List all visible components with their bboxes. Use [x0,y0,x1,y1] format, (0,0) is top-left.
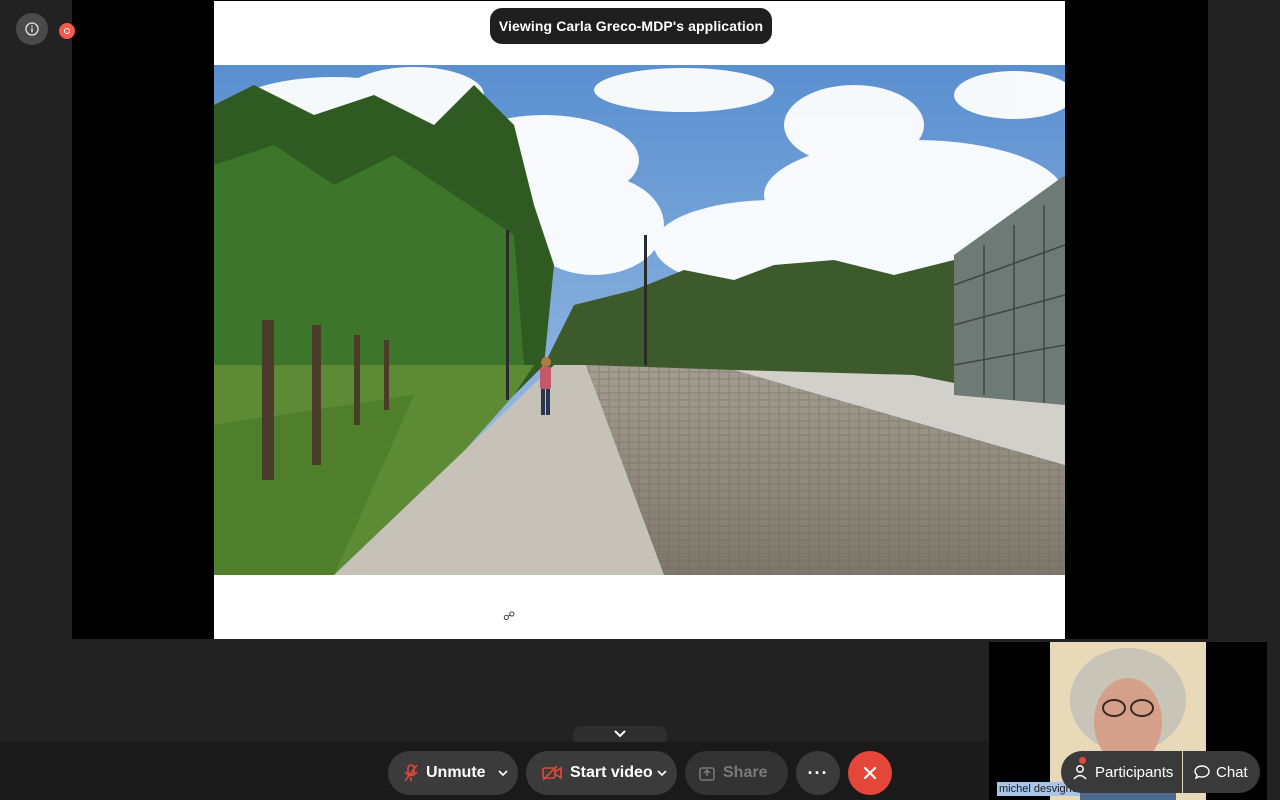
audio-options-button[interactable] [498,751,508,795]
chevron-down-icon [657,770,667,776]
chat-icon [1194,765,1210,780]
share-label: Share [723,764,768,781]
chevron-down-icon [498,770,508,776]
shared-photo [214,65,1065,575]
share-button[interactable]: Share [685,751,788,795]
participants-icon [1073,765,1087,780]
recording-icon [64,28,70,34]
video-off-icon [542,765,562,781]
start-video-label: Start video [570,764,653,781]
sharing-banner: Viewing Carla Greco-MDP's application [490,8,772,44]
unmute-label: Unmute [426,764,486,781]
notification-dot [1079,757,1086,764]
cursor-icon: ☍ [503,609,516,623]
meeting-info-button[interactable] [16,13,48,45]
video-options-button[interactable] [657,751,667,795]
recording-indicator [59,23,75,39]
unmute-button[interactable]: Unmute [388,751,518,795]
participants-label: Participants [1095,763,1174,781]
more-options-button[interactable]: ··· [796,751,840,795]
microphone-muted-icon [404,764,418,782]
start-video-button[interactable]: Start video [526,751,677,795]
share-icon [699,767,715,781]
collapse-toolbar-button[interactable] [573,726,667,742]
more-icon: ··· [807,762,829,783]
close-icon [863,766,877,780]
end-call-button[interactable] [848,751,892,795]
chat-button[interactable]: Chat [1183,751,1260,793]
info-icon [25,22,39,36]
chat-label: Chat [1216,763,1248,781]
chevron-down-icon [614,730,626,738]
participants-button[interactable]: Participants [1061,751,1182,793]
